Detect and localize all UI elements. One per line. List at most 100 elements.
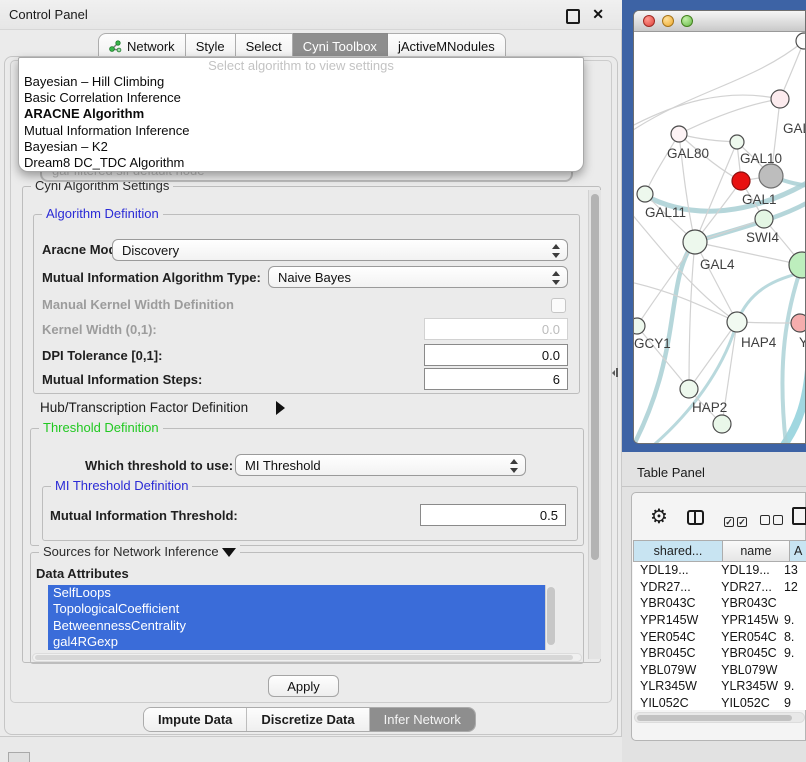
table-hscrollbar-thumb[interactable] [637,715,792,721]
sources-collapse-icon[interactable] [222,548,236,557]
data-attributes-label: Data Attributes [36,566,129,581]
mi-threshold-field[interactable]: 0.5 [420,504,566,526]
deselect-all-columns-icon[interactable] [760,512,786,530]
algorithm-option[interactable]: Bayesian – Hill Climbing [19,74,583,90]
node-red-gal1[interactable] [732,172,750,190]
mi-threshold-label: Mutual Information Threshold: [50,508,238,523]
attribute-item[interactable]: SelfLoops [48,585,545,601]
tab-impute-data-label: Impute Data [158,712,232,727]
which-threshold-combobox[interactable]: MI Threshold [235,454,526,476]
data-attributes-list[interactable]: SelfLoops TopologicalCoefficient Between… [48,585,545,650]
cell-shared-name: YER054C [633,630,716,644]
table-row[interactable]: YLR345W YLR345W 9. [633,678,806,695]
cell-value: 8. [778,630,806,644]
node-gal-partial[interactable] [771,90,789,108]
table-row[interactable]: YDL19... YDL19... 13 [633,562,806,579]
node-gray[interactable] [759,164,783,188]
column-header-partial[interactable]: A [790,540,806,562]
aracne-mode-value: Discovery [122,243,179,258]
algorithm-option[interactable]: Basic Correlation Inference [19,90,583,106]
hub-expand-icon[interactable] [276,401,285,415]
float-window-icon[interactable] [566,9,580,24]
node-gal80[interactable] [671,126,687,142]
close-icon[interactable]: ✕ [592,6,604,23]
table-row[interactable]: YIL052C YIL052C 9 [633,695,806,710]
aracne-mode-combobox[interactable]: Discovery [112,239,568,261]
dpi-tolerance-field[interactable]: 0.0 [424,344,568,366]
bottom-tabbar: Impute Data Discretize Data Infer Networ… [143,707,476,732]
table-settings-gear-icon[interactable]: ⚙ [650,507,668,528]
attribute-item[interactable]: gal4RGexp [48,634,545,650]
settings-scrollbar-thumb[interactable] [591,194,599,560]
table-hscrollbar-track[interactable] [634,712,805,723]
table-row[interactable]: YBR043C YBR043C [633,595,806,612]
kernel-width-field[interactable]: 0.0 [424,318,568,340]
control-panel-titlebar: Control Panel ✕ [0,0,622,30]
node-hap2[interactable] [680,380,698,398]
node-gal11[interactable] [637,186,653,202]
table-row[interactable]: YPR145W YPR145W 9. [633,612,806,629]
combo-arrows-icon [551,244,560,258]
tab-style-label: Style [196,39,225,54]
node-gal10[interactable] [730,135,744,149]
show-columns-icon[interactable] [687,510,704,525]
tab-infer-network[interactable]: Infer Network [369,708,475,731]
node-gcy1[interactable] [634,318,645,334]
apply-button[interactable]: Apply [268,675,339,697]
table-row[interactable]: YBL079W YBL079W [633,662,806,679]
network-canvas[interactable]: GAL GAL80 GAL10 GAL1 GAL11 SWI4 GAL4 GCY… [634,32,806,444]
bottom-left-grip[interactable] [8,752,30,762]
tab-discretize-data[interactable]: Discretize Data [246,708,368,731]
column-header-shared-name[interactable]: shared... [633,540,723,562]
label-gal-partial: GAL [783,121,806,136]
table-row[interactable]: YDR27... YDR27... 12 [633,579,806,596]
tab-discretize-data-label: Discretize Data [261,712,354,727]
algorithm-option[interactable]: Mutual Information Inference [19,123,583,139]
cell-name: YLR345W [716,679,778,693]
settings-scrollbar-track[interactable] [588,190,601,659]
cell-value: 12 [778,580,806,594]
node-below-gal1[interactable] [755,210,773,228]
minimize-traffic-light-icon[interactable] [662,15,674,27]
attributes-hscrollbar-track[interactable] [32,653,582,662]
node-bottom[interactable] [713,415,731,433]
mi-steps-field[interactable]: 6 [424,368,568,390]
algorithm-option-selected[interactable]: ARACNE Algorithm [19,106,583,122]
attribute-item[interactable]: BetweennessCentrality [48,618,545,634]
mi-type-value: Naive Bayes [278,270,351,285]
algorithm-option[interactable]: Bayesian – K2 [19,139,583,155]
tab-impute-data[interactable]: Impute Data [144,708,246,731]
table-row[interactable]: YER054C YER054C 8. [633,628,806,645]
attribute-item[interactable]: TopologicalCoefficient [48,601,545,617]
cell-name: YPR145W [716,613,778,627]
network-window-titlebar[interactable] [634,11,805,32]
label-gal4: GAL4 [700,257,735,272]
node-unlabeled[interactable] [796,33,806,49]
cell-shared-name: YIL052C [633,696,716,710]
hub-section-label[interactable]: Hub/Transcription Factor Definition [40,400,248,415]
table-panel-divider [622,486,806,487]
select-all-columns-icon[interactable]: ✓✓ [724,512,750,530]
cell-shared-name: YLR345W [633,679,716,693]
algorithm-option[interactable]: Dream8 DC_TDC Algorithm [19,155,583,171]
node-y-partial[interactable] [791,314,806,332]
dpi-tolerance-label: DPI Tolerance [0,1]: [42,348,162,363]
manual-kernel-checkbox[interactable] [551,298,566,313]
mi-type-combobox[interactable]: Naive Bayes [268,266,568,288]
close-traffic-light-icon[interactable] [643,15,655,27]
column-header-name[interactable]: name [723,540,790,562]
attributes-scrollbar-track[interactable] [545,585,556,650]
table-rows: YDL19... YDL19... 13 YDR27... YDR27... 1… [633,562,806,710]
table-panel-title: Table Panel [637,465,705,480]
table-row[interactable]: YBR045C YBR045C 9. [633,645,806,662]
kernel-width-value: 0.0 [542,322,560,337]
node-gal4[interactable] [683,230,707,254]
kernel-width-label: Kernel Width (0,1): [42,322,157,337]
export-table-icon[interactable] [792,507,806,525]
zoom-traffic-light-icon[interactable] [681,15,693,27]
attributes-hscrollbar-thumb[interactable] [35,655,573,660]
sources-title: Sources for Network Inference [39,544,240,559]
tab-network-label: Network [127,39,175,54]
attributes-scrollbar-thumb[interactable] [547,587,555,645]
node-hap4[interactable] [727,312,747,332]
